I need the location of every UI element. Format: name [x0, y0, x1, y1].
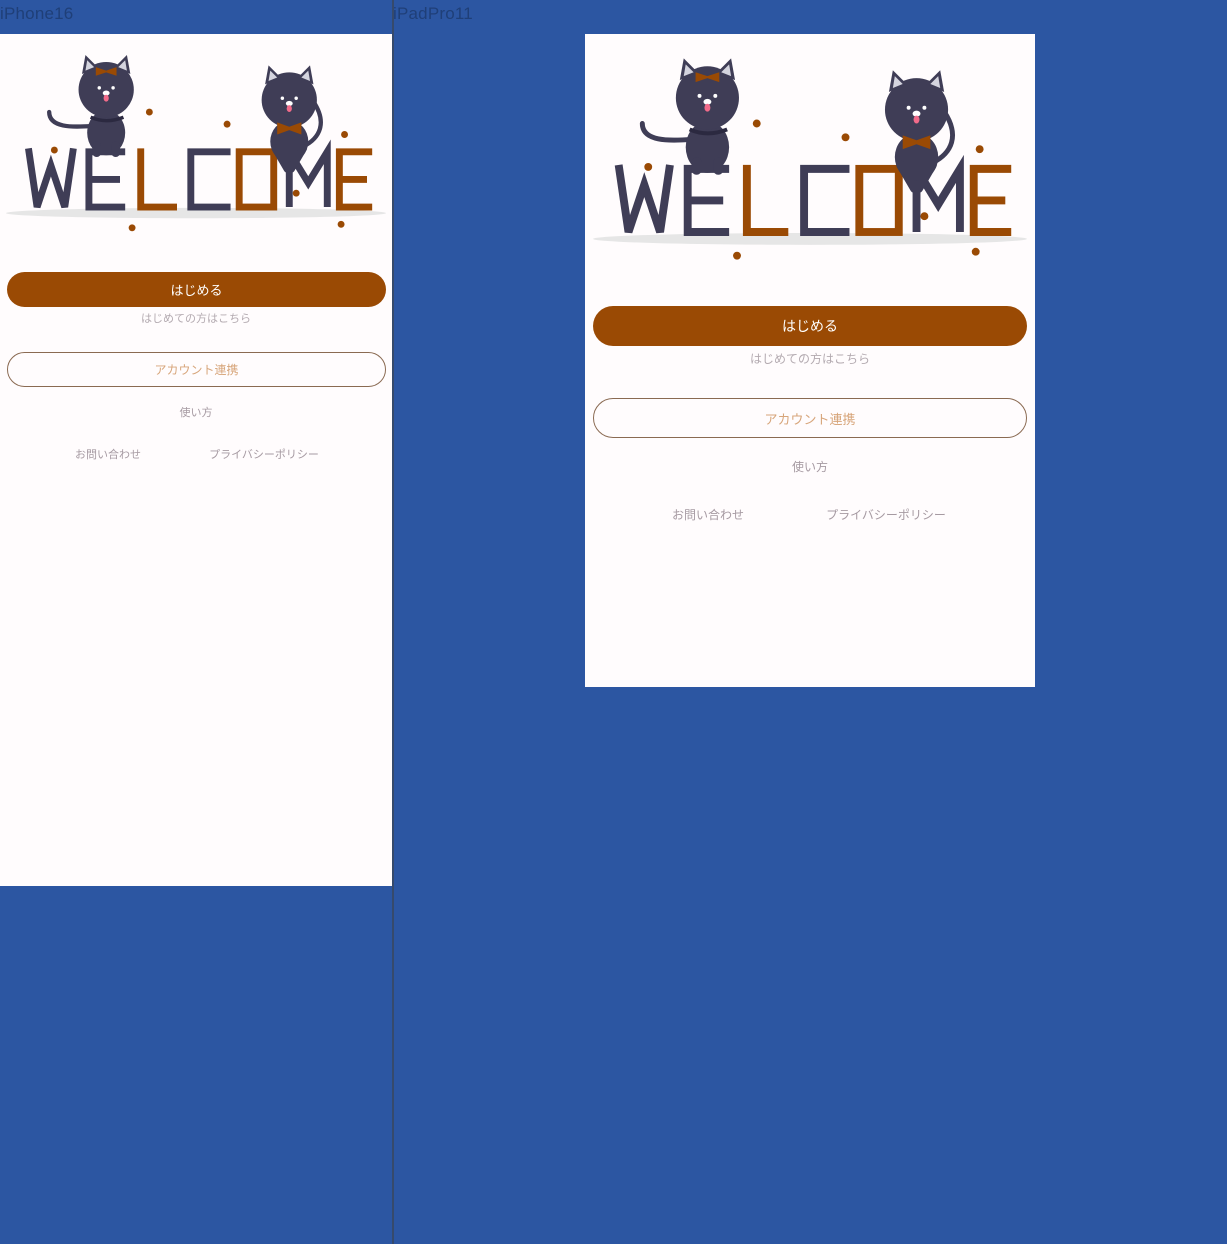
- welcome-cats-illustration: [593, 58, 1027, 260]
- start-hint-text: はじめての方はこちら: [141, 312, 251, 325]
- start-button[interactable]: はじめる: [7, 272, 386, 307]
- welcome-illustration-art: [6, 55, 386, 232]
- welcome-illustration-art: [593, 58, 1027, 260]
- frame-divider: [392, 0, 394, 1244]
- start-button[interactable]: はじめる: [593, 306, 1027, 346]
- how-to-use-link[interactable]: 使い方: [585, 458, 1035, 475]
- start-hint-text: はじめての方はこちら: [749, 352, 870, 366]
- privacy-policy-link[interactable]: プライバシーポリシー: [198, 446, 330, 462]
- welcome-cats-illustration: [6, 55, 386, 232]
- account-link-button[interactable]: アカウント連携: [593, 398, 1027, 438]
- contact-link[interactable]: お問い合わせ: [58, 446, 158, 462]
- ipadpro11-screen: はじめる はじめての方はこちら アカウント連携 使い方 お問い合わせ プライバシ…: [585, 34, 1035, 687]
- iphone16-screen: はじめる はじめての方はこちら アカウント連携 使い方 お問い合わせ プライバシ…: [0, 34, 392, 886]
- privacy-policy-link[interactable]: プライバシーポリシー: [811, 506, 961, 523]
- account-link-button[interactable]: アカウント連携: [7, 352, 386, 387]
- how-to-use-link[interactable]: 使い方: [0, 404, 392, 420]
- frame-label-iphone16: iPhone16: [0, 4, 74, 23]
- frame-label-ipadpro11: iPadPro11: [393, 4, 473, 23]
- contact-link[interactable]: お問い合わせ: [651, 506, 765, 523]
